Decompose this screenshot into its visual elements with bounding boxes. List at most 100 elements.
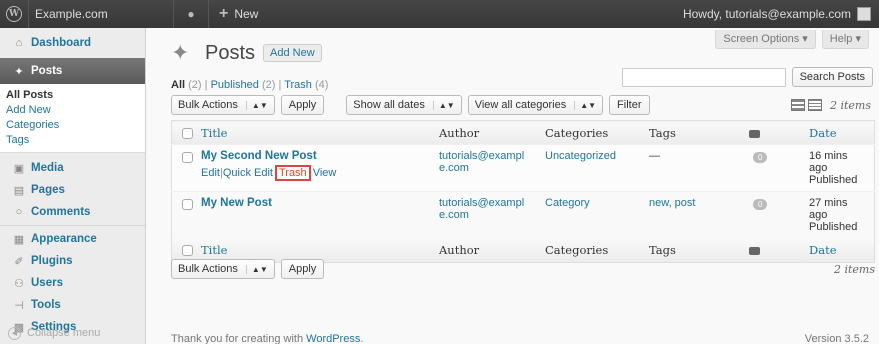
comment-bubble-icon[interactable]: ● <box>174 7 208 21</box>
row-checkbox-cell <box>171 191 197 238</box>
trash-link[interactable]: Trash <box>274 165 311 181</box>
tags-cell: — <box>645 144 745 192</box>
sidebar-item-label: Media <box>31 162 64 174</box>
collapse-menu-button[interactable]: ◀ Collapse menu <box>0 322 100 344</box>
date-line: ago <box>809 209 828 221</box>
author-link[interactable]: tutorials@exampl <box>439 197 537 209</box>
list-view-icon[interactable] <box>790 99 805 111</box>
filter-trash-link[interactable]: Trash <box>284 79 312 91</box>
media-icon: ▣ <box>13 162 25 175</box>
comment-count-badge[interactable]: 0 <box>753 152 768 163</box>
column-date[interactable]: Date <box>805 120 875 145</box>
apply-button[interactable]: Apply <box>280 95 325 115</box>
row-checkbox-cell <box>171 144 197 192</box>
date-line: 27 mins <box>809 197 848 209</box>
column-title[interactable]: Title <box>197 120 435 145</box>
sidebar-item-tools[interactable]: ⊣ Tools <box>0 294 145 316</box>
categories-select[interactable]: View all categories ▲▼ <box>467 95 604 115</box>
sidebar-item-label: Comments <box>31 206 91 218</box>
menu-separator <box>0 225 145 226</box>
comment-bubble-icon <box>749 246 760 255</box>
status-filter-links: All (2) | Published (2) | Trash (4) <box>171 79 328 91</box>
search-input[interactable] <box>621 67 786 87</box>
howdy-text: Howdy, tutorials@example.com <box>682 7 851 21</box>
tablenav-top: Bulk Actions ▲▼ Apply Show all dates ▲▼ Vi… <box>171 95 871 115</box>
sidebar-item-appearance[interactable]: ▦ Appearance <box>0 228 145 250</box>
collapse-arrow-icon: ◀ <box>8 326 21 340</box>
dashboard-icon: ⌂ <box>15 37 23 49</box>
new-content-menu[interactable]: + New <box>209 5 268 23</box>
category-link[interactable]: Uncategorized <box>545 150 616 162</box>
filter-published-link[interactable]: Published <box>211 79 259 91</box>
excerpt-view-icon[interactable] <box>807 99 822 111</box>
row-checkbox[interactable] <box>182 199 193 210</box>
table-row: My New Post tutorials@exampl e.com Categ… <box>171 191 875 238</box>
apply-button-bottom[interactable]: Apply <box>280 259 325 279</box>
page-title: Posts <box>205 41 256 64</box>
categories-cell: Category <box>541 191 645 238</box>
account-menu[interactable]: Howdy, tutorials@example.com <box>683 7 879 21</box>
search-posts-button[interactable]: Search Posts <box>791 67 873 87</box>
select-arrow-icon: ▲▼ <box>245 264 268 274</box>
date-line: ago <box>809 162 828 174</box>
select-arrow-icon: ▲▼ <box>245 100 268 110</box>
sidebar-item-users[interactable]: ⚇ Users <box>0 272 145 294</box>
sidebar-item-dashboard[interactable]: ⌂ Dashboard <box>0 32 145 54</box>
sidebar-item-media[interactable]: ▣ Media <box>0 157 145 179</box>
admin-bar: W Example.com ● + New Howdy, tutorials@e… <box>0 0 879 28</box>
comment-bubble-icon <box>749 129 760 138</box>
row-checkbox[interactable] <box>182 152 193 163</box>
filter-button[interactable]: Filter <box>609 95 650 115</box>
sidebar-item-label: Tools <box>31 299 61 311</box>
bulk-actions-select[interactable]: Bulk Actions ▲▼ <box>171 95 275 115</box>
author-link[interactable]: tutorials@exampl <box>439 150 537 162</box>
sidebar-item-comments[interactable]: ○ Comments <box>0 201 145 223</box>
tag-links[interactable]: new, post <box>649 197 695 209</box>
post-title-link[interactable]: My New Post <box>201 197 431 209</box>
new-label: New <box>234 7 259 21</box>
collapse-label: Collapse menu <box>27 327 101 339</box>
select-all-checkbox[interactable] <box>182 245 193 257</box>
help-tab[interactable]: Help ▾ <box>821 30 869 49</box>
post-title-link[interactable]: My Second New Post <box>201 150 431 162</box>
sidebar-item-plugins[interactable]: ✐ Plugins <box>0 250 145 272</box>
wordpress-logo-icon[interactable]: W <box>0 0 28 28</box>
comment-count-badge[interactable]: 0 <box>753 199 768 210</box>
add-new-button[interactable]: Add New <box>263 44 322 62</box>
admin-menu: ⌂ Dashboard ✦ Posts All Posts Add New Ca… <box>0 28 146 344</box>
sidebar-item-label: Pages <box>31 184 65 196</box>
row-actions: Edit | Quick Edit Trash View <box>201 165 431 181</box>
view-link[interactable]: View <box>313 167 337 179</box>
screen-meta-links: Screen Options ▾ Help ▾ <box>715 30 869 49</box>
dates-select[interactable]: Show all dates ▲▼ <box>346 95 462 115</box>
wordpress-link[interactable]: WordPress <box>306 333 360 344</box>
pin-icon: ✦ <box>14 65 24 78</box>
search-box: Search Posts <box>621 67 873 87</box>
edit-link[interactable]: Edit <box>201 167 220 179</box>
quick-edit-link[interactable]: Quick Edit <box>223 167 273 179</box>
status-line: Published <box>809 221 858 233</box>
comments-icon: ○ <box>15 206 23 218</box>
filter-all-count: (2) <box>188 79 202 91</box>
submenu-all-posts[interactable]: All Posts <box>6 88 145 103</box>
author-link-cont[interactable]: e.com <box>439 209 537 221</box>
sidebar-item-label: Posts <box>31 65 63 77</box>
column-tags: Tags <box>645 120 745 145</box>
bulk-actions-select-bottom[interactable]: Bulk Actions ▲▼ <box>171 259 275 279</box>
site-name-link[interactable]: Example.com <box>29 7 173 21</box>
submenu-add-new[interactable]: Add New <box>6 103 145 118</box>
category-link[interactable]: Category <box>545 197 590 209</box>
select-all-checkbox[interactable] <box>182 128 193 139</box>
posts-table: Title Author Categories Tags Date My Sec… <box>171 120 875 263</box>
date-line: 16 mins <box>809 150 848 162</box>
items-count-bottom: 2 items <box>833 262 875 276</box>
main-content: Screen Options ▾ Help ▾ ✦ Posts Add New … <box>146 28 879 344</box>
author-link-cont[interactable]: e.com <box>439 162 537 174</box>
screen-options-tab[interactable]: Screen Options ▾ <box>715 30 816 49</box>
sidebar-item-pages[interactable]: ▤ Pages <box>0 179 145 201</box>
submenu-tags[interactable]: Tags <box>6 133 145 148</box>
column-comments[interactable] <box>745 120 805 145</box>
sidebar-item-posts[interactable]: ✦ Posts <box>0 58 145 84</box>
submenu-categories[interactable]: Categories <box>6 118 145 133</box>
filter-all-link[interactable]: All <box>171 79 185 91</box>
